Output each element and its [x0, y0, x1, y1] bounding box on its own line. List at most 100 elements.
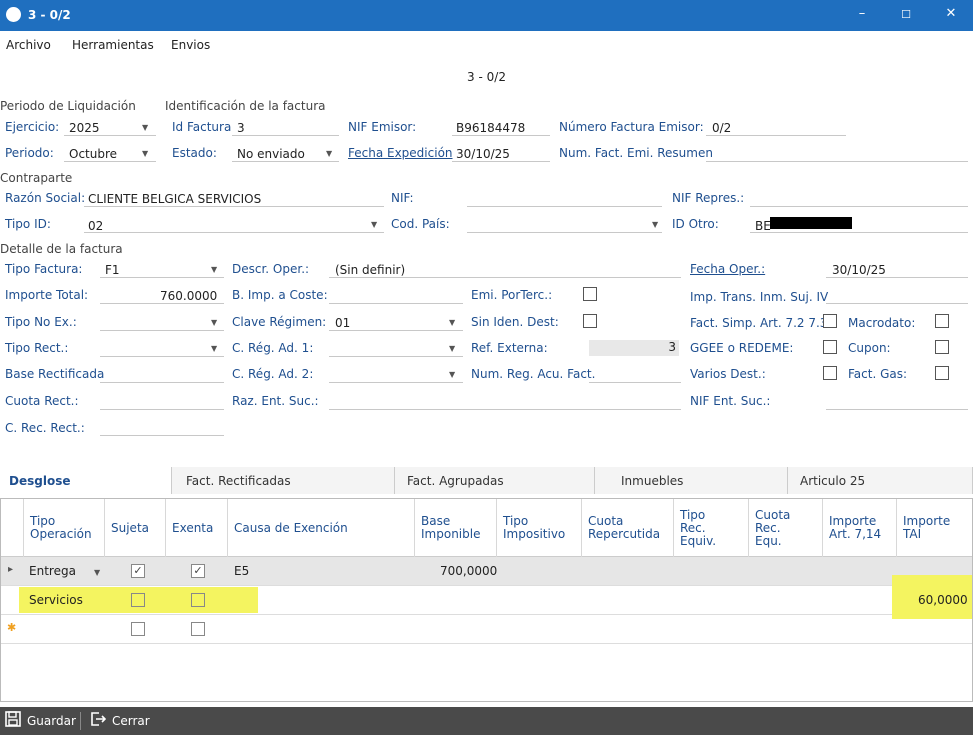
nif-ent-suc-field[interactable]: [826, 409, 968, 410]
causa-exencion-cell[interactable]: E5: [234, 564, 249, 578]
chevron-down-icon[interactable]: ▼: [652, 220, 658, 229]
fact-simp-checkbox[interactable]: [823, 314, 837, 328]
cerrar-button[interactable]: Cerrar: [90, 707, 150, 735]
sin-iden-dest-checkbox[interactable]: [583, 314, 597, 328]
imp-trans-field[interactable]: [826, 303, 968, 304]
col-tipo-operacion[interactable]: Tipo Operación: [23, 499, 104, 557]
col-causa-exencion[interactable]: Causa de Exención: [227, 499, 414, 557]
periodo-select[interactable]: Octubre: [69, 147, 117, 161]
chevron-down-icon[interactable]: ▼: [211, 265, 217, 274]
close-button[interactable]: ✕: [941, 6, 961, 21]
c-reg-ad2-select[interactable]: [329, 382, 463, 383]
num-factura-emisor-field[interactable]: 0/2: [712, 121, 731, 135]
tipo-no-ex-select[interactable]: [100, 330, 224, 331]
nif-field[interactable]: [467, 206, 662, 207]
fecha-oper-field[interactable]: 30/10/25: [832, 263, 886, 277]
cuota-rect-field[interactable]: [100, 409, 224, 410]
c-rec-rect-field[interactable]: [100, 435, 224, 436]
id-otro-field[interactable]: BE: [755, 219, 771, 233]
ref-externa-field[interactable]: 3: [589, 340, 679, 356]
minimize-button[interactable]: –: [852, 6, 872, 21]
importe-tai-cell[interactable]: 60,0000: [918, 593, 968, 607]
c-reg-ad1-select[interactable]: [329, 356, 463, 357]
table-row[interactable]: Servicios 60,0000: [1, 575, 972, 619]
chevron-down-icon[interactable]: ▼: [449, 344, 455, 353]
section-contraparte: Contraparte: [0, 171, 73, 185]
macrodato-label: Macrodato:: [848, 316, 916, 330]
col-cuota-repercutida[interactable]: Cuota Repercutida: [581, 499, 673, 557]
chevron-down-icon[interactable]: ▼: [142, 123, 148, 132]
varios-dest-checkbox[interactable]: [823, 366, 837, 380]
raz-ent-suc-field[interactable]: [329, 409, 681, 410]
chevron-down-icon[interactable]: ▼: [326, 149, 332, 158]
base-imponible-cell[interactable]: 700,0000: [440, 564, 497, 578]
tab-desglose[interactable]: Desglose: [0, 467, 172, 494]
b-imp-coste-field[interactable]: [329, 303, 463, 304]
chevron-down-icon[interactable]: ▼: [142, 149, 148, 158]
fecha-expedicion-field[interactable]: 30/10/25: [456, 147, 510, 161]
id-factura-label: Id Factura: [172, 120, 232, 134]
id-factura-field[interactable]: 3: [237, 121, 245, 135]
chevron-down-icon[interactable]: ▼: [449, 318, 455, 327]
fact-simp-label: Fact. Simp. Art. 7.2 7.3: [690, 316, 828, 330]
exenta-checkbox[interactable]: [191, 622, 205, 636]
fact-gas-checkbox[interactable]: [935, 366, 949, 380]
col-exenta[interactable]: Exenta: [165, 499, 227, 557]
importe-total-field[interactable]: 760.0000: [160, 289, 217, 303]
cupon-checkbox[interactable]: [935, 340, 949, 354]
col-tipo-impositivo[interactable]: Tipo Impositivo: [496, 499, 581, 557]
cod-pais-select[interactable]: [467, 232, 662, 233]
exenta-checkbox[interactable]: ✓: [191, 564, 205, 578]
estado-select[interactable]: No enviado: [237, 147, 305, 161]
fecha-expedicion-label[interactable]: Fecha Expedición: [348, 146, 453, 160]
menu-envios[interactable]: Envios: [171, 38, 210, 52]
menu-archivo[interactable]: Archivo: [6, 38, 51, 52]
descr-oper-field[interactable]: (Sin definir): [335, 263, 405, 277]
nif-emisor-field[interactable]: B96184478: [456, 121, 525, 135]
tipo-factura-select[interactable]: F1: [105, 263, 120, 277]
tab-articulo-25[interactable]: Articulo 25: [788, 467, 973, 494]
chevron-down-icon[interactable]: ▼: [94, 568, 100, 577]
tipo-operacion-cell[interactable]: Entrega: [29, 564, 76, 578]
sujeta-checkbox[interactable]: [131, 593, 145, 607]
tab-inmuebles[interactable]: Inmuebles: [595, 467, 788, 494]
macrodato-checkbox[interactable]: [935, 314, 949, 328]
ejercicio-select[interactable]: 2025: [69, 121, 100, 135]
periodo-label: Periodo:: [5, 146, 54, 160]
nif-repres-field[interactable]: [750, 206, 968, 207]
guardar-button[interactable]: Guardar: [5, 707, 76, 735]
tipo-no-ex-label: Tipo No Ex.:: [5, 315, 77, 329]
base-rect-field[interactable]: [100, 382, 224, 383]
sujeta-checkbox[interactable]: ✓: [131, 564, 145, 578]
fecha-oper-label[interactable]: Fecha Oper.:: [690, 262, 765, 276]
col-importe-art-714[interactable]: Importe Art. 7,14: [822, 499, 896, 557]
chevron-down-icon[interactable]: ▼: [211, 344, 217, 353]
exenta-checkbox[interactable]: [191, 593, 205, 607]
razon-social-field[interactable]: CLIENTE BELGICA SERVICIOS: [88, 192, 261, 206]
sujeta-checkbox[interactable]: [131, 622, 145, 636]
tab-fact-rectificadas[interactable]: Fact. Rectificadas: [172, 467, 395, 494]
clave-regimen-select[interactable]: 01: [335, 316, 350, 330]
cuota-rect-label: Cuota Rect.:: [5, 394, 79, 408]
col-sujeta[interactable]: Sujeta: [104, 499, 165, 557]
col-tipo-rec-equiv[interactable]: Tipo Rec. Equiv.: [673, 499, 748, 557]
chevron-down-icon[interactable]: ▼: [371, 220, 377, 229]
num-fact-resumen-field[interactable]: [706, 161, 968, 162]
table-row[interactable]: ▸ Entrega ▼ ✓ ✓ E5 700,0000: [1, 557, 972, 586]
col-importe-tai[interactable]: Importe TAI: [896, 499, 972, 557]
menu-herramientas[interactable]: Herramientas: [72, 38, 154, 52]
maximize-button[interactable]: ☐: [896, 8, 916, 21]
tab-fact-agrupadas[interactable]: Fact. Agrupadas: [395, 467, 595, 494]
col-base-imponible[interactable]: Base Imponible: [414, 499, 496, 557]
col-cuota-rec-equ[interactable]: Cuota Rec. Equ.: [748, 499, 822, 557]
tipo-operacion-cell[interactable]: Servicios: [29, 593, 83, 607]
ggee-checkbox[interactable]: [823, 340, 837, 354]
num-reg-acu-field[interactable]: [589, 382, 681, 383]
chevron-down-icon[interactable]: ▼: [211, 318, 217, 327]
chevron-down-icon[interactable]: ▼: [449, 370, 455, 379]
new-row[interactable]: ✱: [1, 615, 972, 644]
imp-trans-label: Imp. Trans. Inm. Suj. IV: [690, 290, 829, 304]
tipo-rect-select[interactable]: [100, 356, 224, 357]
emi-porterc-checkbox[interactable]: [583, 287, 597, 301]
tipo-id-select[interactable]: 02: [88, 219, 103, 233]
